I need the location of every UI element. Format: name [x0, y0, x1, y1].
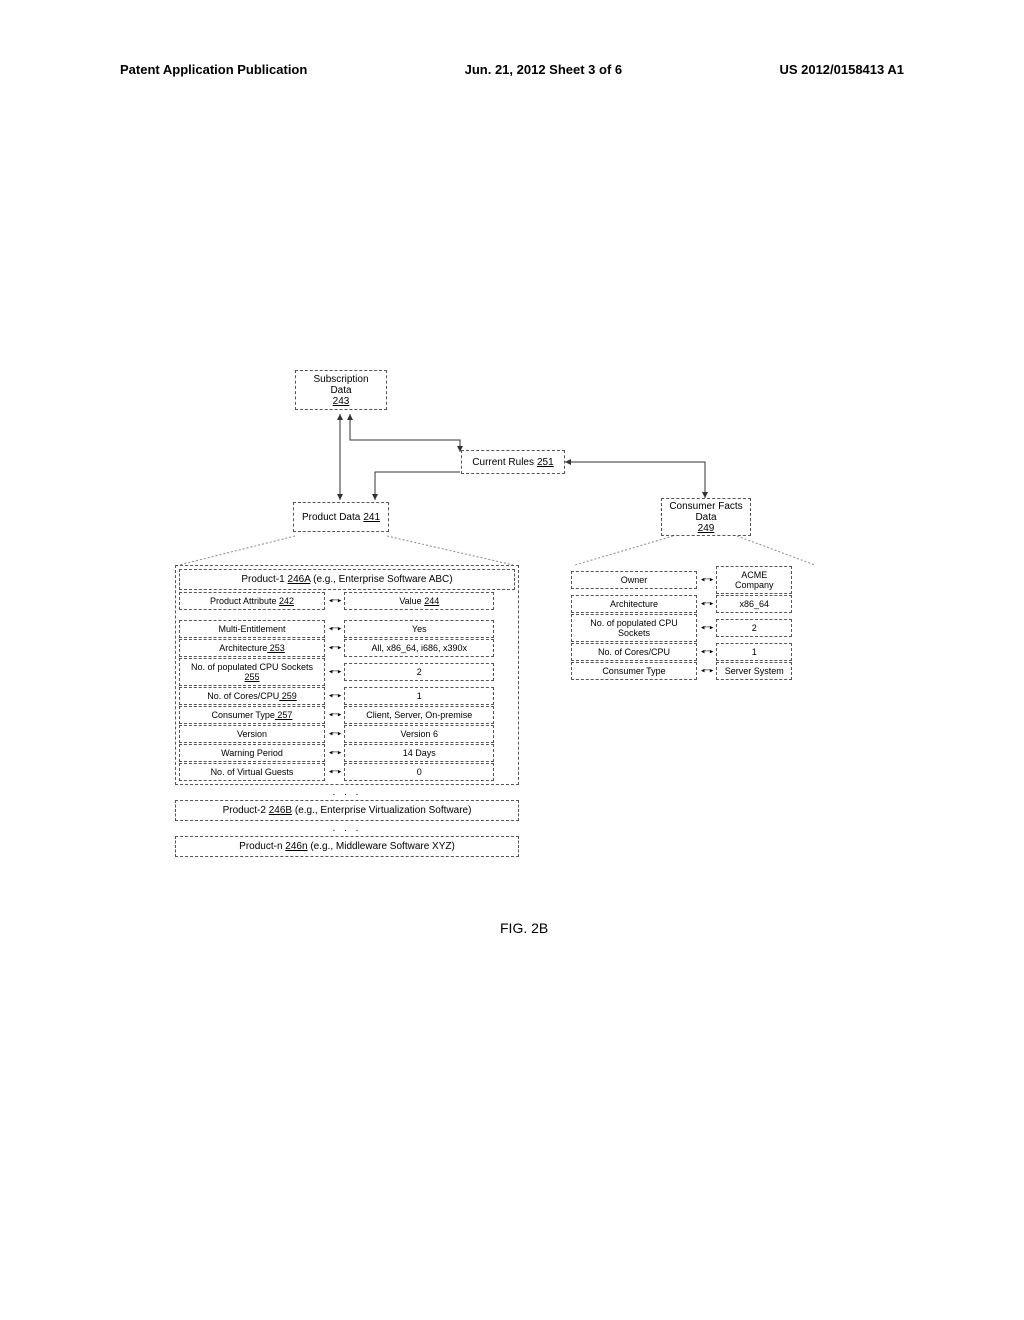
attr-cell: No. of populated CPU Sockets 255: [179, 658, 325, 686]
product-2-header: Product-2 246B (e.g., Enterprise Virtual…: [175, 800, 519, 821]
val-cell: ACME Company: [716, 566, 792, 594]
link-arrow-icon: ◂┄▸: [697, 599, 716, 609]
consumer-facts-label: Consumer Facts Data: [668, 501, 744, 523]
link-arrow-icon: ◂┄▸: [697, 666, 716, 676]
current-rules-label: Current Rules: [472, 457, 534, 468]
val-cell: Server System: [716, 662, 792, 680]
link-arrow-icon: ◂┄▸: [325, 767, 344, 777]
attr-cell: Consumer Type 257: [179, 706, 325, 724]
header-right: US 2012/0158413 A1: [779, 62, 904, 77]
product-data-label: Product Data: [302, 512, 360, 523]
table-row: Architecture 253◂┄▸All, x86_64, i686, x3…: [179, 639, 515, 657]
table-row: Version◂┄▸Version 6: [179, 725, 515, 743]
table-row: No. of populated CPU Sockets◂┄▸2: [571, 614, 821, 642]
consumer-facts-rows: Owner◂┄▸ACME CompanyArchitecture◂┄▸x86_6…: [571, 566, 821, 680]
subscription-data-box: Subscription Data 243: [295, 370, 387, 410]
header-left: Patent Application Publication: [120, 62, 307, 77]
val-cell: 0: [344, 763, 494, 781]
val-cell: Yes: [344, 620, 494, 638]
val-cell: 2: [344, 663, 494, 681]
col-val-header: Value 244: [344, 592, 494, 610]
link-arrow-icon: ◂┄▸: [325, 748, 344, 758]
attr-cell: Warning Period: [179, 744, 325, 762]
product-rows: Multi-Entitlement◂┄▸YesArchitecture 253◂…: [179, 620, 515, 781]
attr-cell: Owner: [571, 571, 697, 589]
table-row: No. of Cores/CPU 259◂┄▸1: [179, 687, 515, 705]
product-1-outline: Product-1 246A (e.g., Enterprise Softwar…: [175, 565, 519, 785]
val-cell: Client, Server, On-premise: [344, 706, 494, 724]
val-cell: Version 6: [344, 725, 494, 743]
table-row: Multi-Entitlement◂┄▸Yes: [179, 620, 515, 638]
link-arrow-icon: ◂┄▸: [697, 575, 716, 585]
val-cell: x86_64: [716, 595, 792, 613]
ellipsis: . . .: [175, 821, 519, 836]
link-arrow-icon: ◂┄▸: [697, 623, 716, 633]
product-detail: Product-1 246A (e.g., Enterprise Softwar…: [175, 565, 519, 857]
attr-cell: No. of Cores/CPU 259: [179, 687, 325, 705]
attr-cell: Version: [179, 725, 325, 743]
subscription-ref: 243: [333, 396, 350, 407]
table-row: No. of Virtual Guests◂┄▸0: [179, 763, 515, 781]
attr-cell: Multi-Entitlement: [179, 620, 325, 638]
link-arrow-icon: ◂┄▸: [325, 691, 344, 701]
product-data-box: Product Data 241: [293, 502, 389, 532]
attr-cell: No. of Cores/CPU: [571, 643, 697, 661]
subscription-label: Subscription Data: [302, 374, 380, 396]
table-row: No. of populated CPU Sockets 255◂┄▸2: [179, 658, 515, 686]
val-cell: 2: [716, 619, 792, 637]
consumer-facts-detail: Owner◂┄▸ACME CompanyArchitecture◂┄▸x86_6…: [571, 565, 821, 680]
val-cell: All, x86_64, i686, x390x: [344, 639, 494, 657]
link-arrow-icon: ◂┄▸: [325, 624, 344, 634]
consumer-facts-ref: 249: [698, 523, 715, 534]
val-cell: 14 Days: [344, 744, 494, 762]
product-n-header: Product-n 246n (e.g., Middleware Softwar…: [175, 836, 519, 857]
current-rules-box: Current Rules 251: [461, 450, 565, 474]
table-row: No. of Cores/CPU◂┄▸1: [571, 643, 821, 661]
link-arrow-icon: ◂┄▸: [325, 643, 344, 653]
product-data-ref: 241: [363, 512, 380, 523]
val-cell: 1: [716, 643, 792, 661]
attr-cell: Architecture: [571, 595, 697, 613]
table-row: Owner◂┄▸ACME Company: [571, 566, 821, 594]
ellipsis: . . .: [175, 785, 519, 800]
product1-prefix: Product-1: [241, 574, 284, 585]
table-row: Warning Period◂┄▸14 Days: [179, 744, 515, 762]
col-attr-header: Product Attribute 242: [179, 592, 325, 610]
table-row: Architecture◂┄▸x86_64: [571, 595, 821, 613]
table-row: Consumer Type 257◂┄▸Client, Server, On-p…: [179, 706, 515, 724]
attr-cell: No. of Virtual Guests: [179, 763, 325, 781]
table-row: Consumer Type◂┄▸Server System: [571, 662, 821, 680]
link-arrow-icon: ◂┄▸: [325, 729, 344, 739]
link-arrow-icon: ◂┄▸: [697, 647, 716, 657]
consumer-facts-box: Consumer Facts Data 249: [661, 498, 751, 536]
attr-cell: Consumer Type: [571, 662, 697, 680]
product1-suffix: (e.g., Enterprise Software ABC): [313, 574, 453, 585]
figure-label: FIG. 2B: [500, 920, 548, 936]
link-arrow-icon: ◂┄▸: [325, 710, 344, 720]
attr-cell: Architecture 253: [179, 639, 325, 657]
attr-cell: No. of populated CPU Sockets: [571, 614, 697, 642]
product-1-header: Product-1 246A (e.g., Enterprise Softwar…: [179, 569, 515, 590]
link-arrow-icon: ◂┄▸: [325, 596, 344, 606]
product1-ref: 246A: [288, 574, 311, 585]
val-cell: 1: [344, 687, 494, 705]
column-headers: Product Attribute 242 ◂┄▸ Value 244: [179, 592, 515, 610]
page-header: Patent Application Publication Jun. 21, …: [120, 62, 904, 77]
current-rules-ref: 251: [537, 457, 554, 468]
link-arrow-icon: ◂┄▸: [325, 667, 344, 677]
header-center: Jun. 21, 2012 Sheet 3 of 6: [465, 62, 623, 77]
